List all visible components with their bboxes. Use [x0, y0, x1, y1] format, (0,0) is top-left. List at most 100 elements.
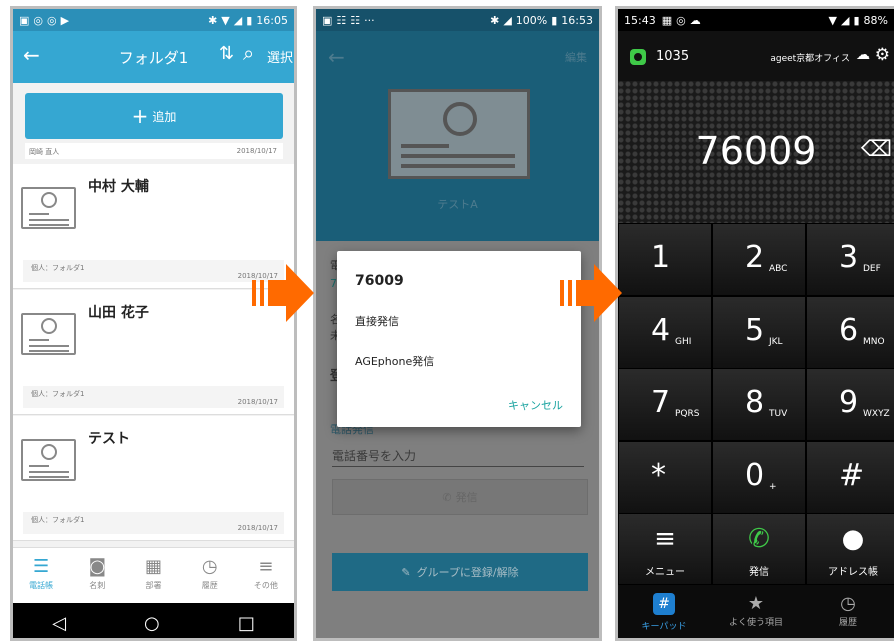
keypad-key[interactable]: 5 JKL [712, 295, 806, 369]
business-card-icon [21, 187, 76, 229]
key-digit: 1 [651, 240, 671, 275]
flow-arrow-icon [252, 264, 314, 322]
menu-icon: ≡ [258, 556, 274, 577]
gear-icon[interactable]: ⚙ [875, 45, 890, 65]
tab-keypad[interactable]: # キーパッド [618, 585, 710, 638]
contact-name: テスト [88, 431, 130, 447]
address-book-button[interactable]: ● アドレス帳 [806, 513, 894, 585]
people-icon: ☷ [336, 13, 347, 27]
call-button[interactable]: ✆ 発信 [332, 479, 588, 515]
battery-icon: ▮ [551, 13, 558, 27]
bottom-nav: ☰ 電話帳 ◙ 名刺 ▦ 部署 ◷ 履歴 ≡ その他 [13, 547, 294, 603]
bluetooth-icon: ✱ [208, 13, 218, 27]
app-header: ← フォルダ1 ⇅ ⌕ 選択 [13, 31, 294, 83]
agephone-call-option[interactable]: AGEphone発信 [355, 353, 434, 369]
keypad-key[interactable]: 1 [618, 223, 712, 296]
key-letters: JKL [769, 336, 783, 347]
status-bar: 15:43 ▦ ◎ ☁ ▼ ◢ ▮ 88% [618, 9, 894, 31]
dialed-number: 76009 [695, 129, 817, 173]
edit-button[interactable]: 編集 [565, 49, 587, 65]
add-button-label: 追加 [152, 109, 177, 124]
cancel-button[interactable]: キャンセル [508, 397, 563, 413]
keypad-key[interactable]: 3 DEF [806, 223, 894, 296]
home-circle-icon[interactable]: ○ [144, 613, 160, 634]
list-item[interactable]: 岡崎 直人 2018/10/17 [25, 143, 283, 159]
more-icon: ··· [364, 13, 375, 27]
dialog-number: 76009 [355, 273, 404, 289]
key-digit: 0 [745, 457, 765, 493]
contact-name: 山田 花子 [88, 305, 149, 321]
contact-card[interactable]: テスト 個人：フォルダ1 2018/10/17 [13, 416, 294, 541]
keypad-key[interactable]: # [806, 440, 894, 514]
call-button[interactable]: ✆ 発信 [712, 513, 806, 585]
extension-number: 1035 [656, 49, 690, 64]
key-letters: MNO [863, 336, 885, 347]
keypad-key[interactable]: 6 MNO [806, 295, 894, 369]
nav-other[interactable]: ≡ その他 [238, 548, 294, 603]
contact-date: 2018/10/17 [236, 147, 277, 155]
phone-number-input[interactable] [332, 445, 584, 467]
select-button[interactable]: 選択 [267, 47, 293, 66]
key-digit: 5 [745, 312, 765, 348]
key-digit: 8 [745, 385, 765, 420]
contact-group: 個人：フォルダ1 [31, 264, 85, 272]
keypad-key[interactable]: 4 GHI [618, 295, 712, 369]
nav-phonebook[interactable]: ☰ 電話帳 [13, 548, 69, 603]
key-digit: * [651, 457, 666, 493]
key-digit: # [839, 457, 865, 493]
back-arrow-icon[interactable]: ← [328, 45, 345, 69]
bluetooth-icon: ✱ [490, 13, 500, 27]
clock-icon: ◷ [840, 593, 856, 614]
menu-button[interactable]: ≡ メニュー [618, 513, 712, 585]
key-digit: 4 [651, 312, 671, 348]
phonebook-icon: ☰ [33, 556, 50, 577]
notification-icon: ◎ [47, 13, 57, 27]
image-icon: ▣ [19, 13, 30, 27]
backspace-icon[interactable]: ⌫ [861, 137, 892, 162]
keypad-icon: # [653, 593, 675, 615]
contact-date: 2018/10/17 [237, 398, 278, 406]
flow-arrow-icon [560, 264, 622, 322]
business-card-icon [21, 313, 76, 355]
dial-display: 76009 ⌫ [618, 81, 894, 223]
notification-icon: ◎ [676, 13, 686, 27]
tab-history[interactable]: ◷ 履歴 [802, 585, 894, 638]
nav-department[interactable]: ▦ 部署 [125, 548, 181, 603]
battery-icon: ▮ [246, 13, 253, 27]
key-letters: WXYZ [863, 409, 890, 419]
phone-dialer: 15:43 ▦ ◎ ☁ ▼ ◢ ▮ 88% 1035 ageet京都オフィス ☁… [615, 6, 894, 641]
image-icon: ▣ [322, 13, 333, 27]
bottom-tabs: # キーパッド ★ よく使う項目 ◷ 履歴 [618, 585, 894, 638]
office-name: ageet京都オフィス [770, 54, 850, 64]
contact-name: テストA [437, 198, 478, 211]
group-register-button[interactable]: ✎ グループに登録/解除 [332, 553, 588, 591]
business-card-icon: ◙ [88, 556, 107, 577]
tab-favorites[interactable]: ★ よく使う項目 [710, 585, 802, 638]
recents-square-icon[interactable]: □ [238, 613, 255, 634]
direct-call-option[interactable]: 直接発信 [355, 313, 399, 329]
search-icon[interactable]: ⌕ [243, 41, 254, 65]
status-time: 16:05 [256, 13, 288, 27]
keypad-key[interactable]: 8 TUV [712, 368, 806, 441]
phone-icon: ✆ [442, 490, 452, 504]
key-letters: + [769, 481, 777, 492]
person-icon: ● [841, 524, 865, 554]
nav-business-card[interactable]: ◙ 名刺 [69, 548, 125, 603]
key-letters: DEF [863, 264, 881, 274]
sort-icon[interactable]: ⇅ [219, 43, 234, 64]
add-button[interactable]: + 追加 [25, 93, 283, 139]
battery-icon: ▮ [853, 13, 860, 27]
back-triangle-icon[interactable]: ◁ [52, 613, 66, 634]
notification-icon: ◎ [33, 13, 44, 27]
signal-icon: ◢ [233, 13, 243, 27]
keypad-key[interactable]: 2 ABC [712, 223, 806, 296]
registered-status-icon [630, 49, 646, 65]
key-digit: 6 [839, 312, 859, 348]
keypad-key[interactable]: 7 PQRS [618, 368, 712, 441]
status-battery: 100% [515, 13, 548, 27]
key-digit: 3 [839, 240, 859, 275]
keypad-key[interactable]: 0 + [712, 440, 806, 514]
nav-history[interactable]: ◷ 履歴 [182, 548, 238, 603]
keypad-key[interactable]: * [618, 440, 712, 514]
keypad-key[interactable]: 9 WXYZ [806, 368, 894, 441]
